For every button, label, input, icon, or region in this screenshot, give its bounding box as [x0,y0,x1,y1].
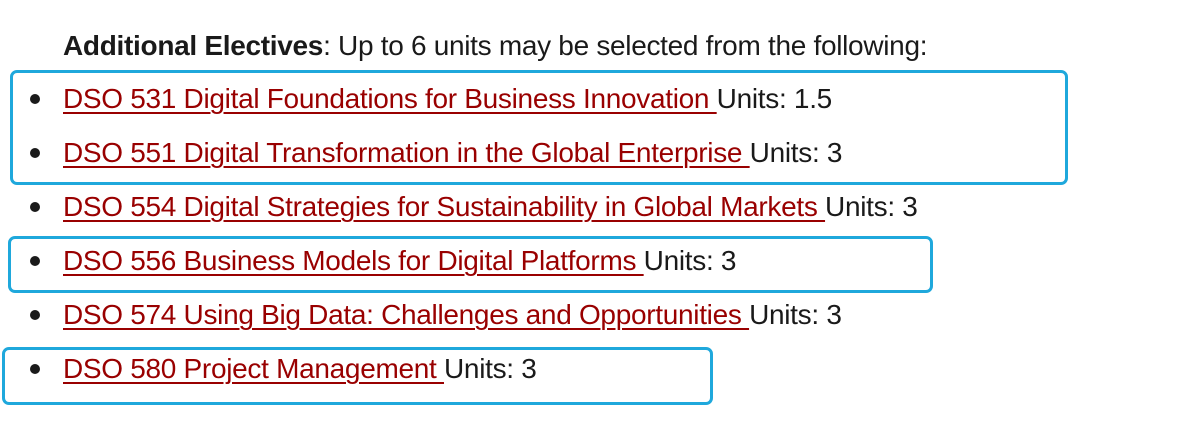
electives-intro: Additional Electives: Up to 6 units may … [63,26,928,66]
course-units: Units: 3 [749,299,842,330]
bullet-icon [30,202,40,212]
course-units: Units: 3 [749,137,843,168]
bullet-icon [30,364,40,374]
list-item-dso-531: DSO 531 Digital Foundations for Business… [0,79,1180,119]
bullet-icon [30,256,40,266]
course-link-dso-531[interactable]: DSO 531 Digital Foundations for Business… [63,83,717,114]
course-units: Units: 3 [825,191,918,222]
course-link-dso-580[interactable]: DSO 580 Project Management [63,353,444,384]
bullet-icon [30,310,40,320]
electives-section: Additional Electives: Up to 6 units may … [0,0,1180,422]
course-units: Units: 3 [444,353,537,384]
course-units: Units: 3 [643,245,737,276]
course-link-dso-554[interactable]: DSO 554 Digital Strategies for Sustainab… [63,191,825,222]
course-units: Units: 1.5 [716,83,833,114]
list-item-dso-556: DSO 556 Business Models for Digital Plat… [0,241,1180,281]
list-item-dso-574: DSO 574 Using Big Data: Challenges and O… [0,295,1180,335]
list-item-dso-551: DSO 551 Digital Transformation in the Gl… [0,133,1180,173]
list-item-dso-554: DSO 554 Digital Strategies for Sustainab… [0,187,1180,227]
electives-heading: Additional Electives [63,30,324,61]
course-link-dso-556[interactable]: DSO 556 Business Models for Digital Plat… [63,245,644,276]
course-link-dso-551[interactable]: DSO 551 Digital Transformation in the Gl… [63,137,750,168]
list-item-dso-580: DSO 580 Project Management Units: 3 [0,349,1180,389]
electives-intro-text: : Up to 6 units may be selected from the… [323,30,928,61]
bullet-icon [30,148,40,158]
bullet-icon [30,94,40,104]
course-link-dso-574[interactable]: DSO 574 Using Big Data: Challenges and O… [63,299,749,330]
